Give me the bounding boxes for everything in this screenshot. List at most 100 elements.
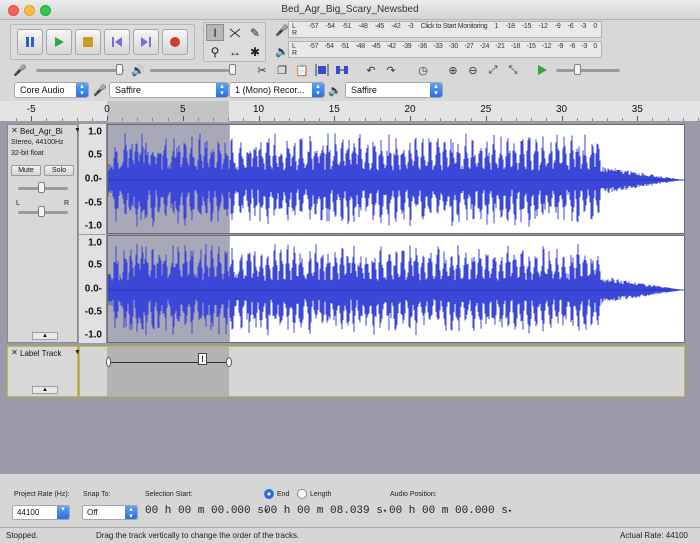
- ruler-tick: [500, 118, 502, 121]
- status-state: Stopped.: [6, 531, 39, 540]
- redo-icon[interactable]: ↷: [381, 60, 401, 80]
- ruler-label: 10: [252, 104, 265, 115]
- copy-icon[interactable]: ❐: [272, 60, 292, 80]
- play-at-speed-icon[interactable]: [532, 60, 552, 80]
- ruler-tick: [470, 118, 472, 121]
- time-format-dropdown-icon[interactable]: ▾: [508, 508, 512, 516]
- scale-label-half: 0.5: [88, 149, 102, 161]
- fit-selection-icon[interactable]: ⤢: [483, 60, 503, 80]
- playback-meter-tick-label: 0: [593, 43, 597, 50]
- time-format-dropdown-icon[interactable]: ▾: [383, 508, 387, 516]
- record-icon: [170, 37, 180, 47]
- recording-channels-select[interactable]: 1 (Mono) Recor... ▴ ▾: [229, 82, 325, 98]
- ruler-tick: [379, 118, 381, 121]
- play-button[interactable]: [46, 29, 72, 55]
- solo-button[interactable]: Solo: [44, 165, 74, 176]
- skip-to-end-button[interactable]: [133, 29, 159, 55]
- paste-icon[interactable]: 📋: [292, 60, 312, 80]
- playback-meter-tick-label: -9: [557, 43, 564, 50]
- recording-volume-slider[interactable]: [36, 69, 124, 72]
- record-meter-tick-label: -54: [325, 23, 335, 30]
- label-track-control-panel[interactable]: ✕ Label Track ▼ ▲: [7, 346, 81, 397]
- ruler-label: 0: [104, 104, 110, 115]
- record-button[interactable]: [162, 29, 188, 55]
- envelope-tool-icon[interactable]: [226, 24, 244, 41]
- project-rate-select[interactable]: 44100 ▾: [12, 505, 70, 520]
- playback-meter-tick-label: -36: [417, 43, 428, 50]
- selection-end-time[interactable]: 00 h 00 m 08.039 s▾: [264, 505, 387, 521]
- record-meter-tick-label: 0: [593, 23, 597, 30]
- audio-position-time-value: 00 h 00 m 00.000 s: [389, 505, 508, 517]
- ruler-tick: [349, 118, 351, 121]
- undo-icon[interactable]: ↶: [361, 60, 381, 80]
- draw-tool-icon[interactable]: ✎: [246, 24, 264, 41]
- label-start-handle[interactable]: [106, 357, 111, 367]
- gain-knob[interactable]: [38, 182, 45, 193]
- close-track-icon[interactable]: ✕: [10, 127, 19, 136]
- ruler-tick: [697, 118, 699, 121]
- ruler-tick: [652, 118, 654, 121]
- sync-lock-icon[interactable]: ◷: [413, 60, 433, 80]
- audio-position-time[interactable]: 00 h 00 m 00.000 s▾: [389, 505, 512, 521]
- stop-button[interactable]: [75, 29, 101, 55]
- audio-track-control-panel[interactable]: ✕ Bed_Agr_Bi ▼ Stereo, 44100Hz 32-bit fl…: [7, 124, 81, 343]
- audio-host-select[interactable]: Core Audio ▴ ▾: [14, 82, 89, 98]
- multi-tool-icon[interactable]: ✱: [246, 43, 264, 60]
- recording-device-mic-icon: 🎤: [93, 84, 107, 97]
- length-radio[interactable]: [297, 489, 307, 499]
- trim-icon[interactable]: [312, 60, 332, 80]
- label-text-box[interactable]: I: [198, 353, 207, 365]
- playback-meter[interactable]: LR -57 -54 -51 -48 -45 -42 -39 -36 -33 -30 -27 -24-…: [288, 41, 602, 58]
- record-meter-left-label: L: [292, 23, 296, 30]
- chevron-updown-icon: ▴ ▾: [76, 83, 88, 97]
- selection-tool-icon[interactable]: I: [206, 24, 224, 41]
- time-shift-tool-icon[interactable]: ↔: [226, 43, 244, 60]
- playback-meter-tick-label: -30: [448, 43, 459, 50]
- pan-knob[interactable]: [38, 206, 45, 217]
- pause-button[interactable]: [17, 29, 43, 55]
- playback-meter-tick-label: -6: [569, 43, 576, 50]
- zoom-tool-icon[interactable]: ⚲: [206, 43, 224, 60]
- zoom-in-icon[interactable]: ⊕: [443, 60, 463, 80]
- playback-volume-knob[interactable]: [229, 64, 236, 75]
- chevron-updown-icon: ▴ ▾: [216, 83, 228, 97]
- fit-project-icon[interactable]: ⤡: [503, 60, 523, 80]
- playback-meter-tick-label: -57: [309, 43, 319, 50]
- track-sample-format: 32-bit float: [11, 150, 44, 157]
- timeline-ruler[interactable]: -5 0 5 10 15 20 25 30 35: [0, 101, 700, 122]
- track-name[interactable]: Bed_Agr_Bi: [20, 127, 73, 136]
- cut-icon[interactable]: ✂: [252, 60, 272, 80]
- track-area[interactable]: ✕ Bed_Agr_Bi ▼ Stereo, 44100Hz 32-bit fl…: [0, 122, 700, 473]
- collapse-track-button[interactable]: ▲: [32, 332, 58, 340]
- record-meter-tick-label: Click to Start Monitoring: [420, 23, 488, 30]
- selection-start-time[interactable]: 00 h 00 m 00.000 s▾: [145, 505, 268, 521]
- waveform-channel-left[interactable]: [107, 124, 685, 234]
- label-track-area[interactable]: I: [79, 346, 685, 397]
- silence-icon[interactable]: [332, 60, 352, 80]
- label-end-handle[interactable]: [226, 357, 232, 367]
- record-meter-tick-label: -12: [538, 23, 548, 30]
- play-at-speed-slider[interactable]: [556, 69, 620, 72]
- recording-volume-knob[interactable]: [116, 64, 123, 75]
- ruler-tick: [394, 118, 396, 121]
- skip-to-start-button[interactable]: [104, 29, 130, 55]
- stop-icon: [83, 37, 93, 47]
- playback-volume-slider[interactable]: [150, 69, 236, 72]
- collapse-track-button[interactable]: ▲: [32, 386, 58, 394]
- recording-device-select[interactable]: Saffire ▴ ▾: [109, 82, 229, 98]
- record-meter[interactable]: LR -57 -54 -51 -48 -45 -42 -3 Click to Start Mo…: [288, 21, 602, 38]
- close-track-icon[interactable]: ✕: [10, 349, 19, 358]
- mute-button[interactable]: Mute: [11, 165, 41, 176]
- end-radio[interactable]: [264, 489, 274, 499]
- ruler-tick: [606, 118, 608, 121]
- ruler-label: 35: [631, 104, 643, 115]
- record-meter-right-label: R: [292, 30, 298, 37]
- window-title: Bed_Agr_Big_Scary_Newsbed: [281, 4, 419, 15]
- waveform-channel-right[interactable]: [107, 235, 685, 343]
- ruler-tick: [637, 116, 639, 121]
- play-at-speed-knob[interactable]: [574, 64, 581, 75]
- snap-to-select[interactable]: Off ▴ ▾: [82, 505, 138, 520]
- playback-device-select[interactable]: Saffire ▴ ▾: [345, 82, 443, 98]
- zoom-out-icon[interactable]: ⊖: [463, 60, 483, 80]
- label-track-name[interactable]: Label Track: [20, 349, 73, 358]
